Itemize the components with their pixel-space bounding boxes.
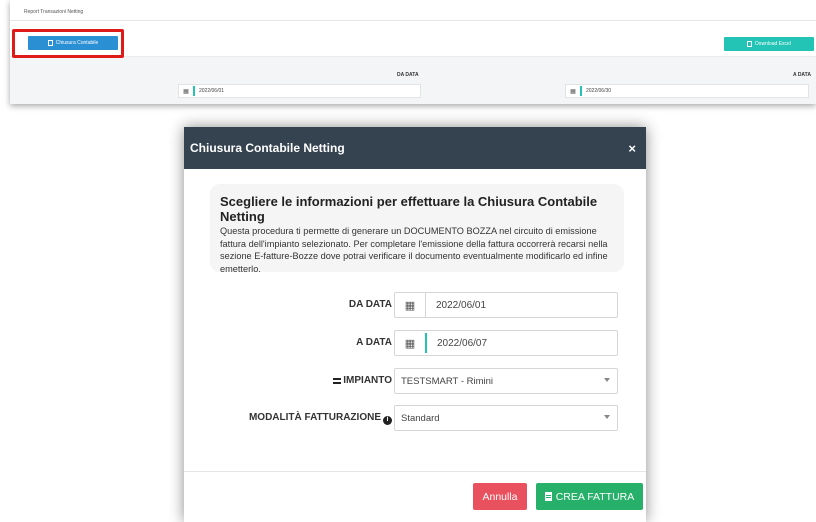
- form-row-impianto: IMPIANTO TESTSMART - Rimini: [184, 368, 646, 394]
- info-circle-icon[interactable]: i: [383, 415, 392, 425]
- report-a-data-label: A DATA: [793, 72, 811, 78]
- calendar-icon: ▦: [183, 88, 189, 95]
- da-data-input[interactable]: ▦ 2022/06/01: [394, 292, 618, 318]
- report-title: Report Transazioni Netting: [24, 9, 84, 15]
- calendar-icon[interactable]: ▦: [395, 293, 425, 317]
- report-da-data-input[interactable]: ▦ 2022/06/01: [178, 84, 421, 98]
- report-a-data-input[interactable]: ▦ 2022/06/30: [565, 84, 809, 98]
- highlight-annotation: [12, 29, 124, 58]
- modalita-label-text: MODALITÀ FATTURAZIONE: [248, 412, 381, 423]
- file-icon: [747, 41, 753, 47]
- server-icon: [333, 376, 342, 384]
- chevron-down-icon: [604, 378, 610, 382]
- crea-fattura-button[interactable]: CREA FATTURA: [536, 483, 643, 510]
- impianto-label-text: IMPIANTO: [343, 375, 392, 386]
- report-da-data-label: DA DATA: [397, 72, 419, 78]
- chiusura-contabile-modal: Chiusura Contabile Netting × Scegliere l…: [184, 127, 646, 522]
- impianto-label: IMPIANTO: [333, 368, 392, 394]
- da-data-label: DA DATA: [348, 299, 392, 310]
- close-icon[interactable]: ×: [628, 141, 636, 156]
- modal-header: Chiusura Contabile Netting ×: [184, 127, 646, 169]
- form-row-modalita: MODALITÀ FATTURAZIONE i Standard: [184, 405, 646, 431]
- form-row-da-data: DA DATA ▦ 2022/06/01: [184, 292, 646, 318]
- info-text: Questa procedura ti permette di generare…: [220, 226, 608, 274]
- modalita-label: MODALITÀ FATTURAZIONE i: [249, 405, 392, 431]
- crea-fattura-label: CREA FATTURA: [555, 490, 635, 503]
- footer-divider: [184, 471, 646, 472]
- chevron-down-icon: [604, 415, 610, 419]
- form-row-a-data: A DATA ▦ 2022/06/07: [184, 330, 646, 356]
- impianto-select[interactable]: TESTSMART - Rimini: [394, 368, 618, 394]
- report-da-data-value: 2022/06/01: [199, 88, 225, 94]
- file-icon: [544, 492, 552, 501]
- report-a-data-value: 2022/06/30: [586, 88, 612, 94]
- annulla-button[interactable]: Annulla: [473, 483, 527, 510]
- calendar-icon[interactable]: ▦: [395, 331, 425, 355]
- field-separator: [193, 86, 195, 96]
- a-data-input[interactable]: ▦ 2022/06/07: [394, 330, 618, 356]
- impianto-value: TESTSMART - Rimini: [401, 375, 494, 387]
- divider: [10, 20, 816, 21]
- field-separator: [425, 333, 427, 353]
- modalita-value: Standard: [401, 412, 440, 424]
- a-data-label: A DATA: [356, 337, 392, 348]
- field-separator: [425, 293, 426, 317]
- field-separator: [580, 86, 582, 96]
- info-box: Scegliere le informazioni per effettuare…: [210, 184, 624, 274]
- report-panel: Report Transazioni Netting Chiusura Cont…: [10, 0, 816, 104]
- a-data-value: 2022/06/07: [437, 337, 488, 349]
- calendar-icon: ▦: [570, 88, 576, 95]
- modal-title: Chiusura Contabile Netting: [190, 141, 345, 155]
- annulla-label: Annulla: [482, 490, 518, 503]
- download-excel-button[interactable]: Download Excel: [724, 37, 814, 51]
- modalita-select[interactable]: Standard: [394, 405, 618, 431]
- da-data-value: 2022/06/01: [436, 299, 487, 311]
- download-excel-label: Download Excel: [755, 41, 791, 47]
- info-heading: Scegliere le informazioni per effettuare…: [220, 194, 598, 224]
